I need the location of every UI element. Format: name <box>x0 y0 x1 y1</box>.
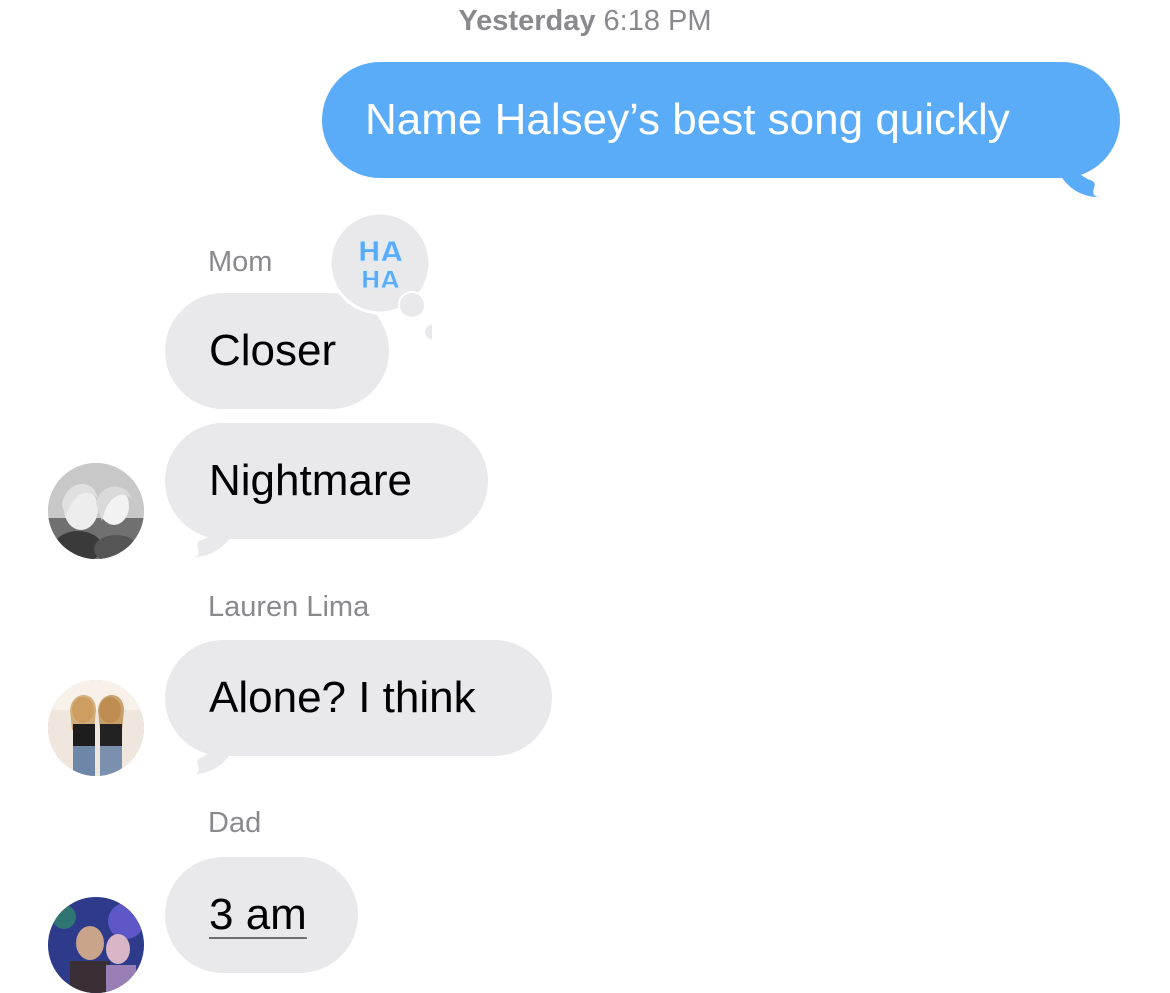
incoming-message-bubble-alone[interactable]: Alone? I think <box>165 640 552 756</box>
avatar-mom[interactable] <box>48 463 144 559</box>
sender-name-mom: Mom <box>208 246 273 278</box>
sender-name-dad: Dad <box>208 807 262 839</box>
incoming-message-bubble-3am[interactable]: 3 am <box>165 857 358 973</box>
svg-text:HA: HA <box>361 266 400 294</box>
message-text-alone: Alone? I think <box>209 673 476 722</box>
message-text-3am[interactable]: 3 am <box>209 890 307 939</box>
message-text-closer: Closer <box>209 326 337 375</box>
haha-tapback[interactable]: HA HA <box>330 213 432 341</box>
timestamp-time: 6:18 PM <box>603 5 712 37</box>
avatar-dad[interactable] <box>48 897 144 993</box>
haha-icon: HA HA <box>357 235 403 295</box>
message-text-nightmare: Nightmare <box>209 456 412 505</box>
avatar-lauren-lima[interactable] <box>48 680 144 776</box>
incoming-message-bubble-nightmare[interactable]: Nightmare <box>165 423 488 539</box>
outgoing-message-bubble[interactable]: Name Halsey’s best song quickly <box>322 62 1120 178</box>
timestamp-day: Yesterday <box>458 5 596 37</box>
sender-name-lauren-lima: Lauren Lima <box>208 591 370 623</box>
message-timestamp: Yesterday 6:18 PM <box>0 2 1170 40</box>
svg-text:HA: HA <box>357 235 402 268</box>
outgoing-message-text: Name Halsey’s best song quickly <box>365 95 1010 144</box>
